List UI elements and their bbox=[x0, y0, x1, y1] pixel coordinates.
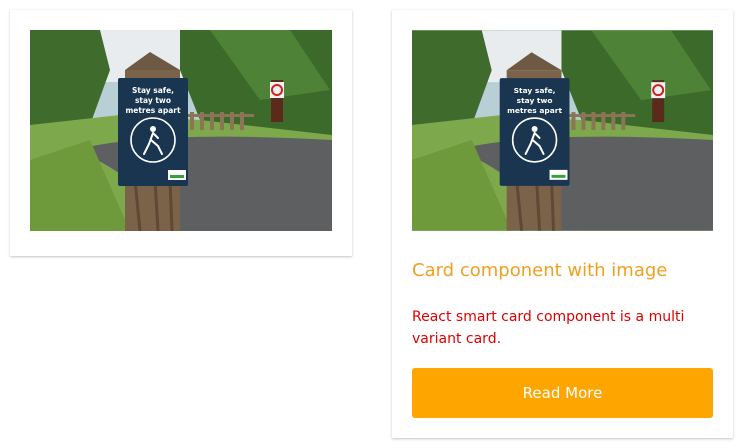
card-description: React smart card component is a multi va… bbox=[412, 309, 685, 347]
card-image: Stay safe, stay two metres apart bbox=[30, 30, 332, 231]
image-card: Stay safe, stay two metres apart bbox=[10, 10, 352, 256]
card-title: Card component with image bbox=[412, 260, 668, 281]
sign-line-2: stay two bbox=[135, 96, 171, 105]
sign-line-3: metres apart bbox=[507, 106, 562, 115]
park-sign-photo: Stay safe, stay two metres apart bbox=[30, 30, 332, 231]
image-card-with-content: Stay safe, stay two metres apart Card co… bbox=[392, 10, 733, 438]
sign-line-1: Stay safe, bbox=[514, 86, 556, 95]
read-more-button[interactable]: Read More bbox=[412, 368, 713, 418]
sign-line-3: metres apart bbox=[125, 106, 181, 115]
park-sign-photo: Stay safe, stay two metres apart bbox=[412, 30, 713, 231]
card-image: Stay safe, stay two metres apart bbox=[412, 30, 713, 231]
sign-line-1: Stay safe, bbox=[132, 86, 174, 95]
sign-line-2: stay two bbox=[517, 96, 553, 105]
